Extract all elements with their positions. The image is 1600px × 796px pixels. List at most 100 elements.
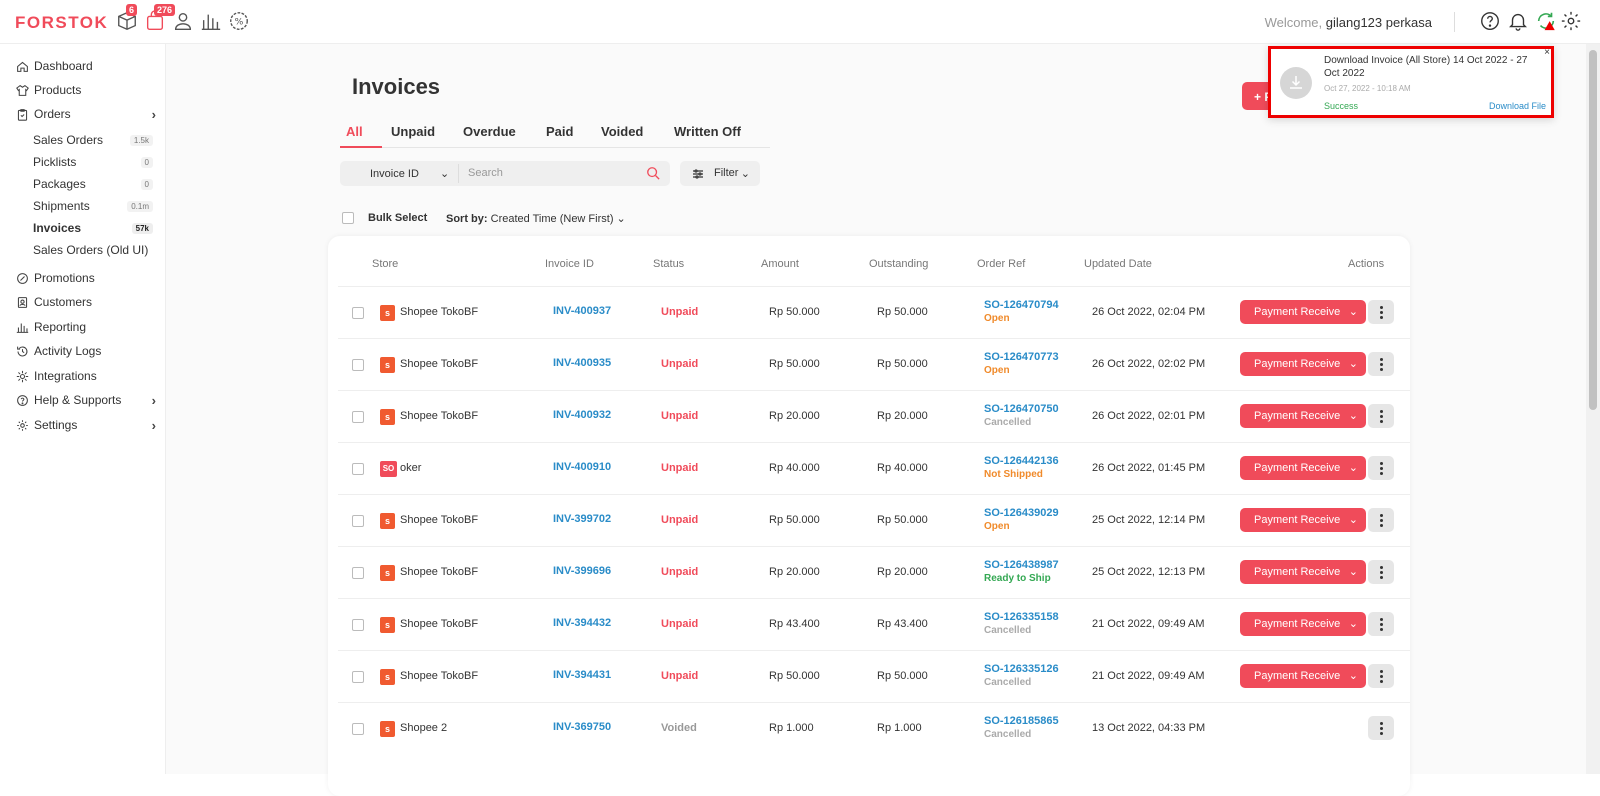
sidebar-subitem-picklists[interactable]: Picklists 0 bbox=[33, 154, 153, 170]
more-options-icon[interactable] bbox=[1368, 352, 1394, 376]
bulk-select[interactable]: Bulk Select bbox=[342, 212, 427, 224]
order-ref-link[interactable]: SO-126185865 bbox=[984, 715, 1059, 727]
more-options-icon[interactable] bbox=[1368, 612, 1394, 636]
sidebar-subitem-packages[interactable]: Packages 0 bbox=[33, 176, 153, 192]
user-icon[interactable] bbox=[172, 10, 196, 34]
order-ref-link[interactable]: SO-126470794 bbox=[984, 299, 1059, 311]
more-options-icon[interactable] bbox=[1368, 508, 1394, 532]
user-name[interactable]: gilang123 perkasa bbox=[1326, 15, 1432, 30]
more-options-icon[interactable] bbox=[1368, 456, 1394, 480]
invoice-id-link[interactable]: INV-400935 bbox=[553, 357, 611, 369]
table-row[interactable]: s Shopee TokoBF INV-400935 Unpaid Rp 50.000 R… bbox=[338, 338, 1410, 390]
table-row[interactable]: s Shopee TokoBF INV-400937 Unpaid Rp 50.000 R… bbox=[338, 286, 1410, 338]
payment-receive-button[interactable]: Payment Receive ⌄ bbox=[1240, 664, 1366, 688]
payment-receive-button[interactable]: Payment Receive ⌄ bbox=[1240, 404, 1366, 428]
amount: Rp 40.000 bbox=[769, 462, 820, 474]
sidebar-item-settings[interactable]: Settings › bbox=[16, 416, 156, 434]
row-checkbox[interactable] bbox=[352, 463, 364, 475]
sidebar-item-help-supports[interactable]: Help & Supports › bbox=[16, 391, 156, 409]
tab-all[interactable]: All bbox=[346, 124, 363, 139]
table-row[interactable]: s Shopee TokoBF INV-399696 Unpaid Rp 20.000 R… bbox=[338, 546, 1410, 598]
forstok-logo[interactable]: FORSTOK bbox=[15, 13, 108, 33]
order-ref-link[interactable]: SO-126470750 bbox=[984, 403, 1059, 415]
promo-icon[interactable]: % bbox=[228, 10, 252, 34]
sidebar-item-customers[interactable]: Customers bbox=[16, 293, 156, 311]
invoice-id-link[interactable]: INV-394431 bbox=[553, 669, 611, 681]
invoice-id-link[interactable]: INV-399696 bbox=[553, 565, 611, 577]
order-ref-link[interactable]: SO-126470773 bbox=[984, 351, 1059, 363]
bar-chart-icon[interactable] bbox=[200, 10, 224, 34]
row-checkbox[interactable] bbox=[352, 515, 364, 527]
download-file-link[interactable]: Download File bbox=[1489, 101, 1546, 111]
payment-receive-button[interactable]: Payment Receive ⌄ bbox=[1240, 456, 1366, 480]
more-options-icon[interactable] bbox=[1368, 664, 1394, 688]
more-options-icon[interactable] bbox=[1368, 560, 1394, 584]
sidebar-subitem-sales-orders[interactable]: Sales Orders 1.5k bbox=[33, 132, 153, 148]
order-ref-link[interactable]: SO-126335126 bbox=[984, 663, 1059, 675]
close-icon[interactable]: × bbox=[1544, 47, 1550, 58]
invoice-id-link[interactable]: INV-369750 bbox=[553, 721, 611, 733]
tab-overdue[interactable]: Overdue bbox=[463, 124, 516, 139]
order-ref-link[interactable]: SO-126335158 bbox=[984, 611, 1059, 623]
tab-written-off[interactable]: Written Off bbox=[674, 124, 741, 139]
invoice-id-link[interactable]: INV-400910 bbox=[553, 461, 611, 473]
sort-dropdown[interactable]: Sort by: Created Time (New First) ⌄ bbox=[446, 212, 626, 225]
invoice-id-link[interactable]: INV-394432 bbox=[553, 617, 611, 629]
sidebar-subitem-shipments[interactable]: Shipments 0.1m bbox=[33, 198, 153, 214]
table-row[interactable]: s Shopee 2 INV-369750 Voided Rp 1.000 Rp 1.00… bbox=[338, 702, 1410, 754]
table-row[interactable]: s Shopee TokoBF INV-394432 Unpaid Rp 43.400 R… bbox=[338, 598, 1410, 650]
row-checkbox[interactable] bbox=[352, 567, 364, 579]
payment-receive-button[interactable]: Payment Receive ⌄ bbox=[1240, 352, 1366, 376]
sidebar-subitem-invoices[interactable]: Invoices 57k bbox=[33, 220, 153, 236]
row-checkbox[interactable] bbox=[352, 671, 364, 683]
sidebar-item-integrations[interactable]: Integrations bbox=[16, 367, 156, 385]
table-row[interactable]: s Shopee TokoBF INV-394431 Unpaid Rp 50.000 R… bbox=[338, 650, 1410, 702]
filter-button[interactable]: Filter ⌄ bbox=[680, 161, 760, 186]
bag-icon[interactable]: 276 bbox=[144, 4, 176, 34]
scrollbar-thumb[interactable] bbox=[1589, 50, 1597, 410]
gear-icon[interactable] bbox=[1560, 10, 1584, 34]
table-row[interactable]: SO oker INV-400910 Unpaid Rp 40.000 Rp 40.000… bbox=[338, 442, 1410, 494]
sidebar-item-reporting[interactable]: Reporting bbox=[16, 318, 156, 336]
order-ref-link[interactable]: SO-126438987 bbox=[984, 559, 1059, 571]
row-checkbox[interactable] bbox=[352, 723, 364, 735]
more-options-icon[interactable] bbox=[1368, 716, 1394, 740]
row-checkbox[interactable] bbox=[352, 307, 364, 319]
bulk-select-checkbox[interactable] bbox=[342, 212, 354, 224]
sidebar-item-orders[interactable]: Orders › bbox=[16, 105, 156, 123]
row-checkbox[interactable] bbox=[352, 411, 364, 423]
table-row[interactable]: s Shopee TokoBF INV-400932 Unpaid Rp 20.000 R… bbox=[338, 390, 1410, 442]
payment-receive-button[interactable]: Payment Receive ⌄ bbox=[1240, 612, 1366, 636]
search-icon[interactable] bbox=[646, 166, 660, 180]
payment-receive-button[interactable]: Payment Receive ⌄ bbox=[1240, 560, 1366, 584]
sidebar-item-dashboard[interactable]: Dashboard bbox=[16, 57, 156, 75]
row-checkbox[interactable] bbox=[352, 359, 364, 371]
tab-unpaid[interactable]: Unpaid bbox=[391, 124, 435, 139]
help-icon[interactable] bbox=[1479, 10, 1503, 34]
tab-paid[interactable]: Paid bbox=[546, 124, 573, 139]
notification-time: Oct 27, 2022 - 10:18 AM bbox=[1324, 84, 1411, 93]
invoice-id-link[interactable]: INV-400937 bbox=[553, 305, 611, 317]
search-field-select[interactable]: Invoice ID ⌄ bbox=[370, 167, 449, 180]
table-row[interactable]: s Shopee TokoBF INV-399702 Unpaid Rp 50.000 R… bbox=[338, 494, 1410, 546]
payment-receive-button[interactable]: Payment Receive ⌄ bbox=[1240, 508, 1366, 532]
order-ref-link[interactable]: SO-126442136 bbox=[984, 455, 1059, 467]
row-checkbox[interactable] bbox=[352, 619, 364, 631]
payment-receive-button[interactable]: Payment Receive ⌄ bbox=[1240, 300, 1366, 324]
order-status: Open bbox=[984, 313, 1010, 324]
sync-alert-icon[interactable] bbox=[1535, 10, 1559, 34]
sidebar-item-activity-logs[interactable]: Activity Logs bbox=[16, 342, 156, 360]
more-options-icon[interactable] bbox=[1368, 300, 1394, 324]
sidebar-item-products[interactable]: Products bbox=[16, 81, 156, 99]
invoice-id-link[interactable]: INV-399702 bbox=[553, 513, 611, 525]
search-input[interactable]: Search bbox=[468, 167, 503, 179]
box-icon[interactable]: 6 bbox=[116, 4, 140, 34]
more-options-icon[interactable] bbox=[1368, 404, 1394, 428]
scrollbar[interactable] bbox=[1586, 44, 1600, 774]
order-ref-link[interactable]: SO-126439029 bbox=[984, 507, 1059, 519]
invoice-id-link[interactable]: INV-400932 bbox=[553, 409, 611, 421]
sidebar-subitem-sales-orders-old[interactable]: Sales Orders (Old UI) bbox=[33, 242, 153, 258]
tab-voided[interactable]: Voided bbox=[601, 124, 643, 139]
bell-icon[interactable] bbox=[1507, 10, 1531, 34]
sidebar-item-promotions[interactable]: Promotions bbox=[16, 269, 156, 287]
